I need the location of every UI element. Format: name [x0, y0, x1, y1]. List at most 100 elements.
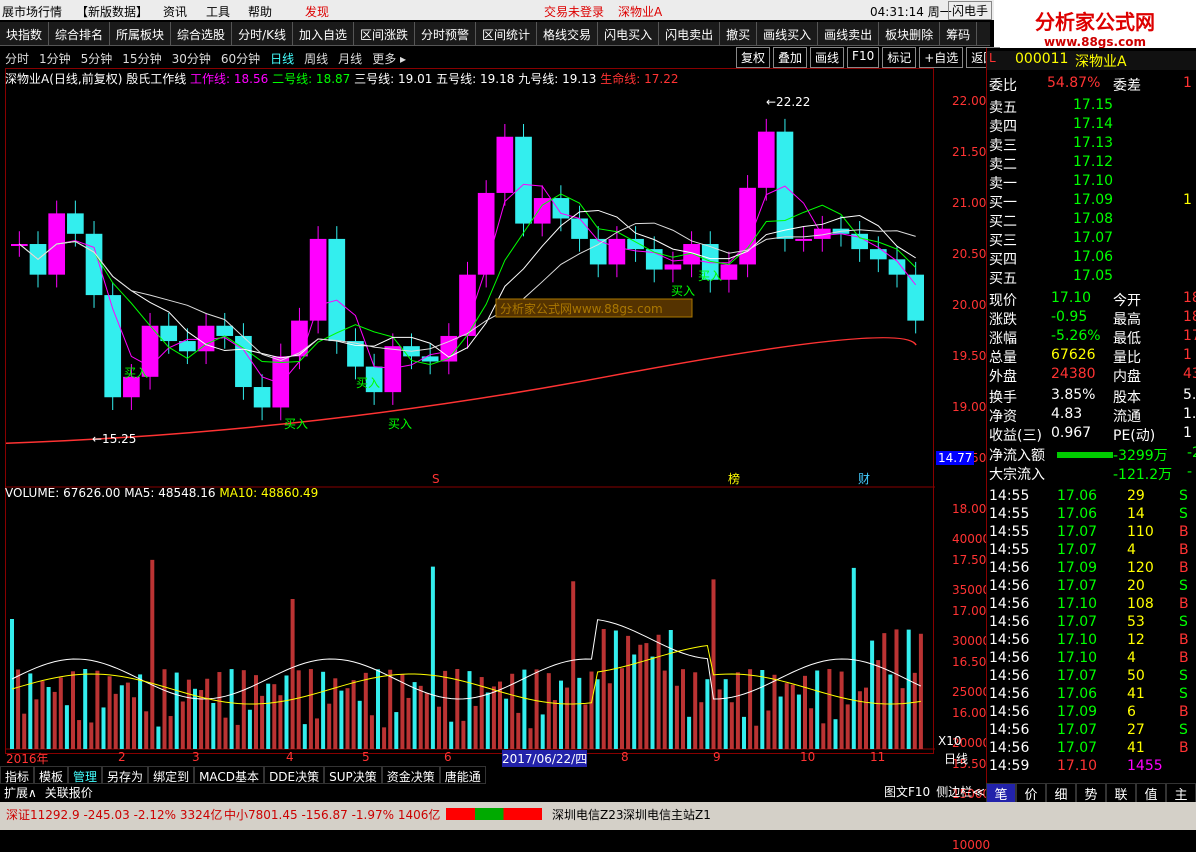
- stat-value2: 1: [1183, 347, 1192, 363]
- period-tab-6[interactable]: 日线: [265, 47, 299, 67]
- volume-bar: [144, 711, 149, 749]
- volume-bar: [247, 709, 252, 749]
- stock-code: 000011: [1015, 51, 1069, 67]
- detail-tab-5[interactable]: 值: [1136, 783, 1166, 804]
- volume-bar: [83, 669, 88, 749]
- extension-tab-0[interactable]: 扩展∧: [0, 783, 41, 802]
- detail-tab-4[interactable]: 联: [1106, 783, 1136, 804]
- extension-tab-1[interactable]: 关联报价: [41, 783, 97, 802]
- date-tick: 2: [118, 750, 126, 764]
- volume-bar: [89, 722, 94, 749]
- bid-price: 17.08: [1073, 211, 1114, 227]
- bid-label: 买三: [989, 233, 1017, 249]
- chart-area[interactable]: ←15.25 ←22.22 买入 买入 买入 买入 买入 买入 S 榜财分析家公式网www.88g…: [5, 68, 935, 755]
- detail-tab-1[interactable]: 价: [1016, 783, 1046, 804]
- candle-body: [907, 274, 924, 321]
- chart-tool-1[interactable]: 叠加: [773, 47, 808, 68]
- toolbar-button-3[interactable]: 综合选股: [171, 22, 233, 45]
- volume-bar: [455, 669, 460, 749]
- index-smallcap: 中小7801.45 -156.87 -1.97% 1406亿: [224, 808, 441, 822]
- detail-tab-6[interactable]: 主: [1166, 783, 1196, 804]
- chart-tool-3[interactable]: F10: [847, 47, 880, 68]
- period-tab-5[interactable]: 60分钟: [216, 47, 265, 67]
- volume-bar: [52, 691, 57, 749]
- period-tab-0[interactable]: 分时: [0, 47, 34, 67]
- toolbar-button-13[interactable]: 画线买入: [757, 22, 819, 45]
- f10-button[interactable]: 图文F10: [884, 783, 930, 800]
- menu-market[interactable]: 展市场行情: [2, 3, 62, 20]
- indicator-tab-4[interactable]: 绑定到: [148, 766, 195, 784]
- toolbar-button-4[interactable]: 分时/K线: [232, 22, 293, 45]
- toolbar-button-15[interactable]: 板块删除: [879, 22, 941, 45]
- toolbar-button-7[interactable]: 分时预警: [415, 22, 477, 45]
- tick-time: 14:56: [989, 614, 1030, 630]
- toolbar-button-6[interactable]: 区间涨跌: [354, 22, 416, 45]
- login-status[interactable]: 交易未登录: [544, 3, 604, 20]
- volume-bar: [888, 674, 893, 749]
- clock: 04:31:14 周一: [870, 5, 952, 19]
- indicator-tab-8[interactable]: 资金决策: [381, 766, 440, 784]
- bid-row: 买三 17.07: [987, 230, 1196, 249]
- indicator-tab-0[interactable]: 指标: [0, 766, 35, 784]
- tick-row: 14:56 17.09 6 B: [987, 704, 1196, 723]
- buy-signal: 买入: [284, 417, 308, 431]
- toolbar-button-16[interactable]: 筹码: [940, 22, 978, 45]
- indicator-tab-7[interactable]: SUP决策: [324, 766, 382, 784]
- chart-tool-0[interactable]: 复权: [736, 47, 771, 68]
- toolbar-button-9[interactable]: 格线交易: [537, 22, 599, 45]
- indicator-tab-9[interactable]: 唐能通: [439, 766, 486, 784]
- volume-bar: [809, 708, 814, 749]
- detail-tab-3[interactable]: 势: [1076, 783, 1106, 804]
- period-tab-8[interactable]: 月线: [333, 47, 367, 67]
- toolbar-button-1[interactable]: 综合排名: [49, 22, 111, 45]
- toolbar-button-11[interactable]: 闪电卖出: [659, 22, 721, 45]
- menu-discover[interactable]: 发现: [305, 3, 329, 20]
- volume-bar: [778, 696, 783, 749]
- menu-help[interactable]: 帮助: [248, 3, 272, 20]
- period-tab-4[interactable]: 30分钟: [167, 47, 216, 67]
- tick-volume: 4: [1127, 542, 1136, 558]
- toolbar-button-5[interactable]: 加入自选: [293, 22, 354, 45]
- menu-newdata[interactable]: 【新版数据】: [76, 3, 148, 20]
- tick-price: 17.07: [1057, 578, 1098, 594]
- stat2-label: 净资: [989, 409, 1017, 425]
- volume-ma10-line: [11, 644, 921, 705]
- chart-tool-2[interactable]: 画线: [810, 47, 845, 68]
- flash-trade-button[interactable]: 闪电手: [948, 1, 993, 20]
- sidebar-toggle[interactable]: 侧边栏≪: [936, 783, 985, 800]
- tick-row: 14:56 17.10 12 B: [987, 632, 1196, 651]
- extension-tabs: 扩展∧ 关联报价: [0, 783, 97, 802]
- detail-tab-0[interactable]: 笔: [986, 783, 1016, 804]
- period-tab-9[interactable]: 更多 ▸: [367, 47, 411, 67]
- legend-line6: 生命线: 17.22: [600, 72, 679, 86]
- toolbar-button-2[interactable]: 所属板块: [110, 22, 172, 45]
- indicator-tab-1[interactable]: 模板: [34, 766, 69, 784]
- indicator-tab-3[interactable]: 另存为: [102, 766, 149, 784]
- menu-tools[interactable]: 工具: [206, 3, 230, 20]
- toolbar-button-10[interactable]: 闪电买入: [598, 22, 660, 45]
- detail-tab-2[interactable]: 细: [1046, 783, 1076, 804]
- period-tab-3[interactable]: 15分钟: [117, 47, 166, 67]
- period-tab-1[interactable]: 1分钟: [34, 47, 76, 67]
- kline-svg[interactable]: ←15.25←22.22买入买入买入买入买入买入S 榜财分析家公式网www.88g…: [5, 69, 935, 755]
- toolbar-button-14[interactable]: 画线卖出: [818, 22, 880, 45]
- ask-price: 17.14: [1073, 116, 1114, 132]
- tick-price: 17.07: [1057, 542, 1098, 558]
- indicator-tab-5[interactable]: MACD基本: [194, 766, 265, 784]
- indicator-tab-6[interactable]: DDE决策: [264, 766, 325, 784]
- period-tab-2[interactable]: 5分钟: [76, 47, 118, 67]
- candle-body: [496, 136, 514, 193]
- period-tab-7[interactable]: 周线: [299, 47, 333, 67]
- toolbar-button-12[interactable]: 撤买: [720, 22, 758, 45]
- buy-signal: 买入: [388, 417, 412, 431]
- toolbar-button-8[interactable]: 区间统计: [476, 22, 538, 45]
- chart-tool-4[interactable]: 标记: [882, 47, 917, 68]
- chart-tool-5[interactable]: +自选: [919, 47, 964, 68]
- tick-direction: B: [1179, 524, 1189, 540]
- volume-bar: [559, 680, 563, 749]
- indicator-tab-2[interactable]: 管理: [68, 766, 103, 784]
- menu-news[interactable]: 资讯: [163, 3, 187, 20]
- toolbar-button-0[interactable]: 块指数: [0, 22, 50, 45]
- tick-price: 17.07: [1057, 524, 1098, 540]
- tick-direction: B: [1179, 650, 1189, 666]
